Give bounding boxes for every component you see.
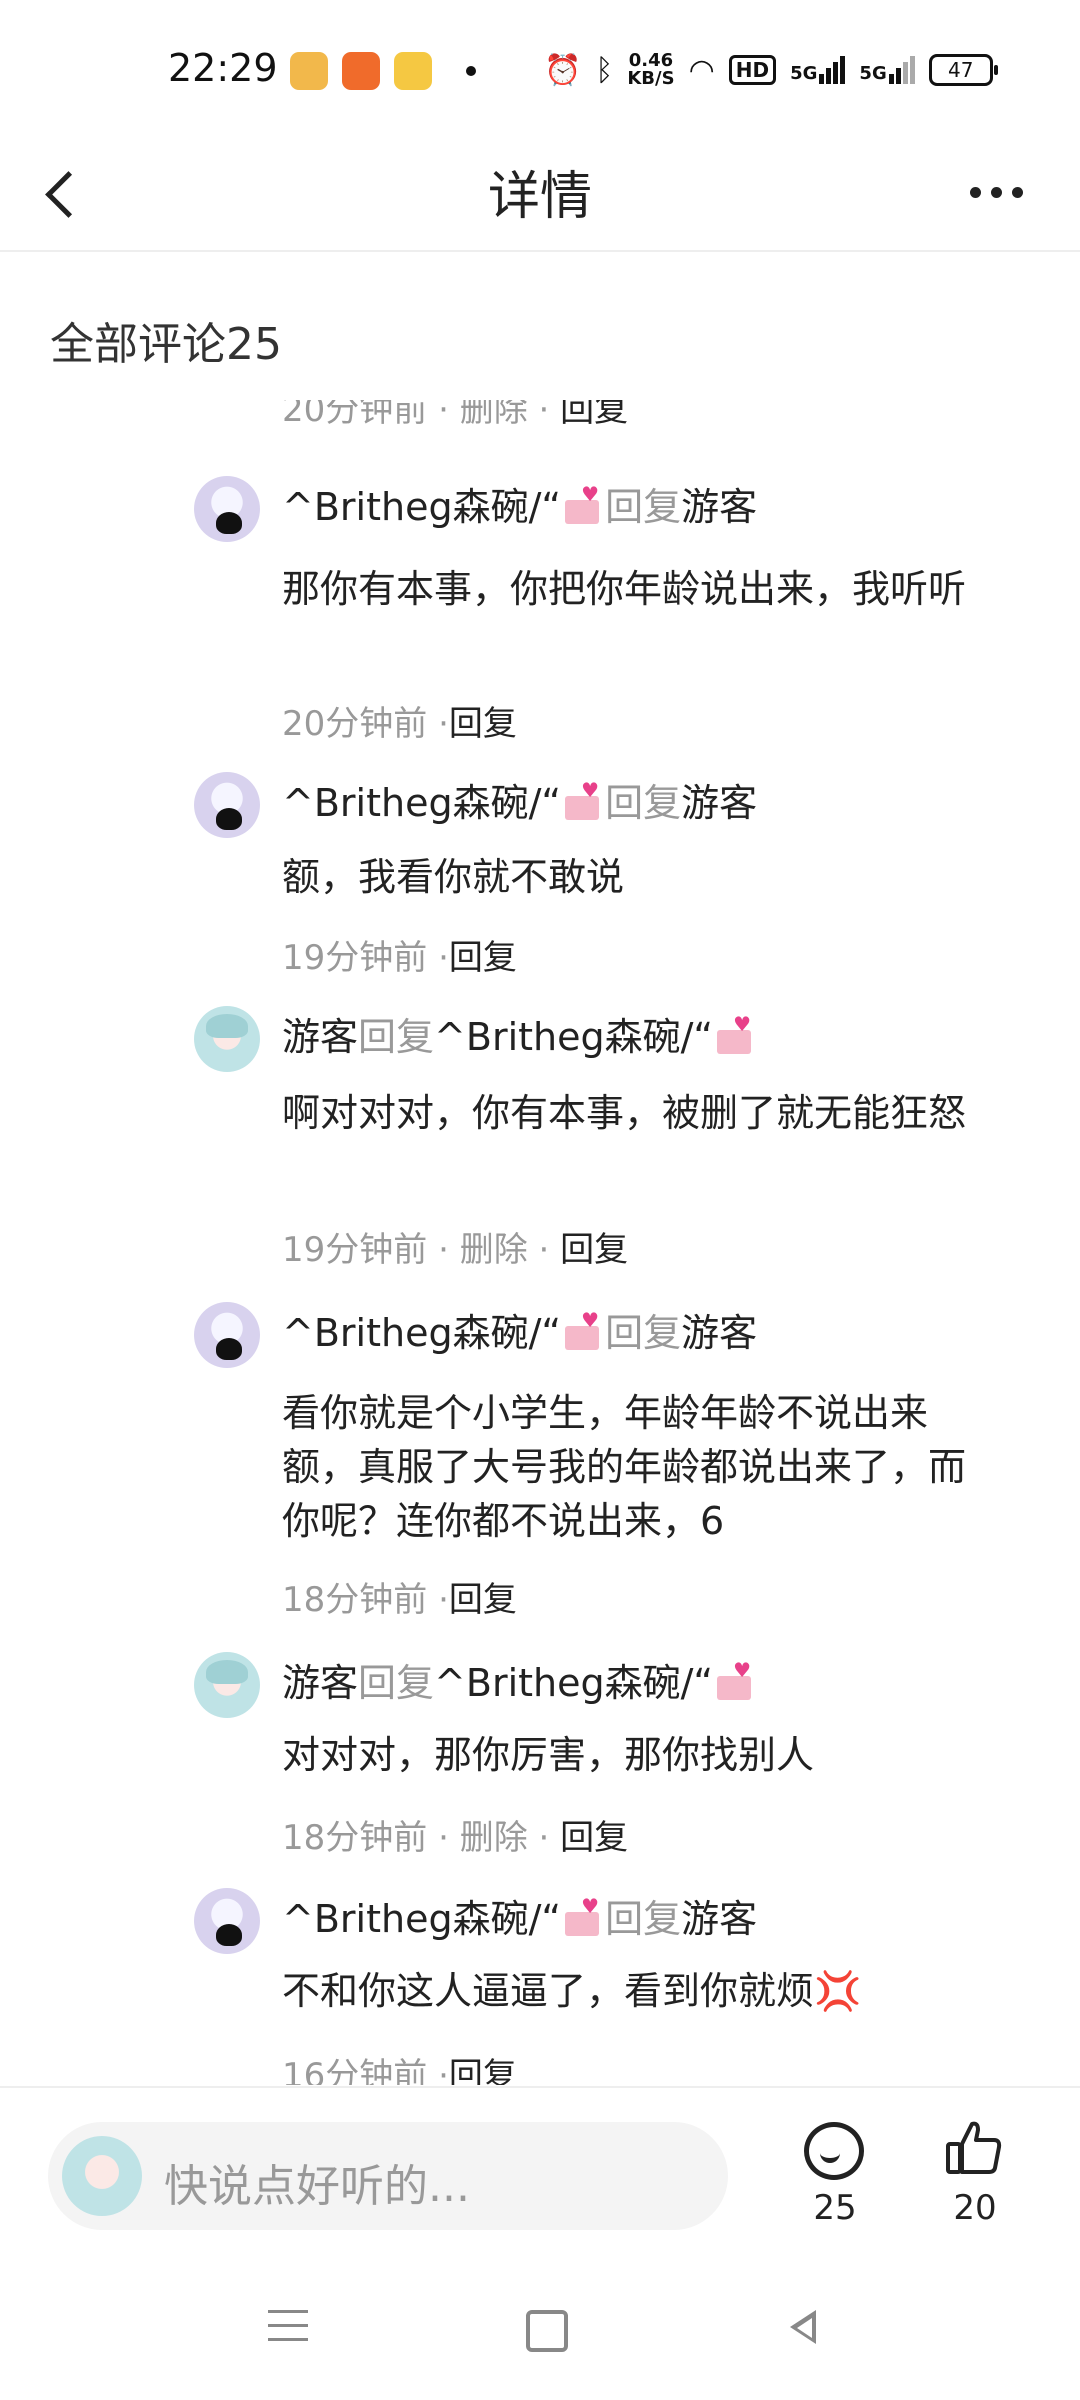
comment-meta: 20分钟前 ·回复 [282, 704, 517, 744]
like-count: 20 [953, 2188, 997, 2228]
signal-icon: 5G [790, 56, 846, 84]
reply-link[interactable]: 回复 [449, 938, 517, 978]
author-name[interactable]: ^Britheg森碗/“ [282, 485, 561, 529]
comment-author-line: 游客回复^Britheg森碗/“ ♥ [282, 1006, 757, 1061]
wedding-emoji-icon: ♥ [561, 1896, 605, 1938]
page-title: 详情 [487, 167, 592, 227]
comment-text: 看你就是个小学生，年龄年龄不说出来额，真服了大号我的年龄都说出来了，而你呢？连你… [282, 1391, 967, 1543]
comment-list[interactable]: 20分钟前 · 删除 · 回复 ^Britheg森碗/“ ♥ 回复游客 那你有本事，… [0, 400, 1080, 2085]
reply-target[interactable]: 游客 [681, 1311, 757, 1355]
app-notification-icon [342, 52, 380, 90]
my-avatar [62, 2136, 142, 2216]
avatar[interactable] [194, 1888, 260, 1954]
reply-target[interactable]: 游客 [681, 1897, 757, 1941]
comment-icon[interactable] [800, 2118, 864, 2180]
hd-badge: HD [728, 55, 777, 85]
comment-author-line: 游客回复^Britheg森碗/“ ♥ [282, 1652, 757, 1707]
author-name[interactable]: 游客 [282, 1015, 358, 1059]
home-icon[interactable] [526, 2310, 568, 2352]
comment-meta: 18分钟前 · 删除 · 回复 [282, 1818, 629, 1858]
comment-input[interactable]: 快说点好听的... [48, 2122, 728, 2230]
comment-text: 那你有本事，你把你年龄说出来，我听听 [282, 567, 967, 611]
alarm-icon: ⏰ [544, 52, 582, 88]
wedding-emoji-icon: ♥ [561, 484, 605, 526]
app-notification-icon [290, 52, 328, 90]
comment-input-placeholder: 快说点好听的... [164, 2161, 470, 2212]
wedding-emoji-icon: ♥ [561, 1310, 605, 1352]
wedding-emoji-icon: ♥ [561, 780, 605, 822]
comment-author-line: ^Britheg森碗/“ ♥ 回复游客 [282, 1308, 758, 1355]
back-nav-icon[interactable] [784, 2304, 824, 2350]
like-icon-svg [946, 2121, 1002, 2174]
reply-link[interactable]: 回复 [560, 400, 628, 430]
wifi-icon: ◠ [688, 52, 715, 88]
reply-target[interactable]: ^Britheg森碗/“ [434, 1661, 713, 1705]
reply-link[interactable]: 回复 [449, 2056, 517, 2085]
comment-text: 啊对对对，你有本事，被删了就无能狂怒 [282, 1091, 967, 1135]
anger-emoji-icon: 💢 [814, 1969, 862, 2013]
delete-link[interactable]: 删除 [460, 1230, 528, 1270]
author-name[interactable]: ^Britheg森碗/“ [282, 1311, 561, 1355]
wedding-emoji-icon: ♥ [713, 1014, 757, 1056]
comment-meta: 20分钟前 · 删除 · 回复 [282, 400, 628, 431]
comment-count: 25 [813, 2188, 857, 2228]
comment-meta: 19分钟前 ·回复 [282, 938, 517, 978]
reply-link[interactable]: 回复 [560, 1230, 628, 1270]
delete-link[interactable]: 删除 [460, 400, 528, 430]
comment-text: 对对对，那你厉害，那你找别人 [282, 1733, 815, 1777]
network-speed: 0.46 KB/S [627, 50, 675, 89]
reply-link[interactable]: 回复 [449, 1580, 517, 1620]
menu-icon[interactable] [268, 2310, 308, 2350]
bluetooth-icon: ᛒ [595, 52, 614, 88]
system-nav-bar [0, 2282, 1080, 2400]
author-name[interactable]: ^Britheg森碗/“ [282, 781, 561, 825]
like-icon[interactable] [942, 2116, 1006, 2180]
comment-meta: 19分钟前 · 删除 · 回复 [282, 1230, 629, 1270]
author-name[interactable]: 游客 [282, 1661, 358, 1705]
comment-meta: 18分钟前 ·回复 [282, 1580, 517, 1620]
comments-section-title: 全部评论25 [50, 319, 282, 370]
status-indicators: ⏰ ᛒ 0.46 KB/S ◠ HD 5G 5G 47 [544, 48, 998, 92]
battery-icon: 47 [928, 54, 998, 86]
reply-target[interactable]: 游客 [681, 485, 757, 529]
more-notifications-dot [466, 66, 476, 76]
header: 详情 [0, 140, 1080, 252]
app-notification-icon [394, 52, 432, 90]
reply-link[interactable]: 回复 [449, 704, 517, 744]
signal-icon: 5G [859, 56, 915, 84]
reply-target[interactable]: 游客 [681, 781, 757, 825]
comment-author-line: ^Britheg森碗/“ ♥ 回复游客 [282, 1894, 758, 1941]
more-icon[interactable] [970, 172, 1040, 212]
author-name[interactable]: ^Britheg森碗/“ [282, 1897, 561, 1941]
reply-link[interactable]: 回复 [560, 1818, 628, 1858]
status-time: 22:29 [168, 46, 278, 90]
comment-author-line: ^Britheg森碗/“ ♥ 回复游客 [282, 482, 758, 529]
status-bar: 22:29 ⏰ ᛒ 0.46 KB/S ◠ HD 5G 5G 47 [0, 0, 1080, 140]
avatar[interactable] [194, 1302, 260, 1368]
wedding-emoji-icon: ♥ [713, 1660, 757, 1702]
comment-text: 不和你这人逼逼了，看到你就烦💢 [282, 1969, 862, 2013]
reply-target[interactable]: ^Britheg森碗/“ [434, 1015, 713, 1059]
delete-link[interactable]: 删除 [460, 1818, 528, 1858]
comment-meta: 16分钟前 ·回复 [282, 2048, 517, 2085]
avatar[interactable] [194, 1006, 260, 1072]
comment-text: 额，我看你就不敢说 [282, 855, 625, 899]
bottom-bar: 快说点好听的... 25 20 [0, 2086, 1080, 2284]
avatar[interactable] [194, 476, 260, 542]
avatar[interactable] [194, 772, 260, 838]
avatar[interactable] [194, 1652, 260, 1718]
comment-author-line: ^Britheg森碗/“ ♥ 回复游客 [282, 778, 758, 825]
